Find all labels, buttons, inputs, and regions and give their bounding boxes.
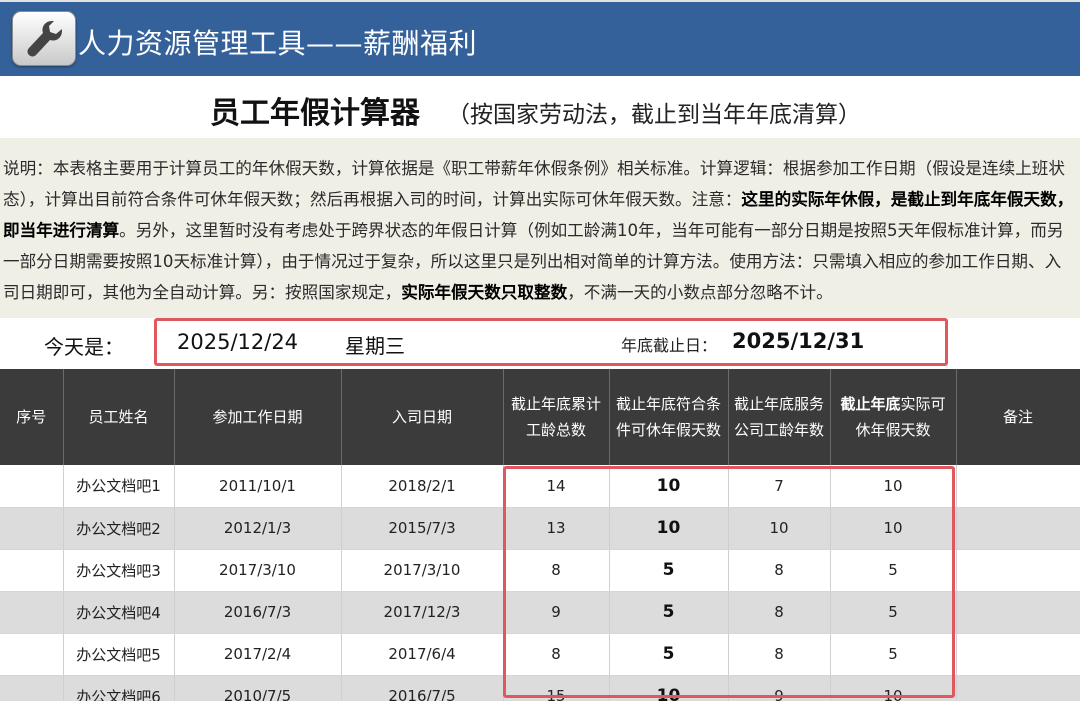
cell-work-date[interactable]: 2017/2/4 [174,633,342,676]
cell-join-date[interactable]: 2016/7/5 [341,675,504,701]
wrench-icon[interactable] [12,11,76,66]
desc-bold-2: 实际年假天数只取整数 [401,283,568,302]
cell-company-years[interactable]: 10 [728,507,831,550]
col-total-years[interactable]: 截止年底累计 工龄总数 [503,369,610,465]
cell-total-years[interactable]: 13 [503,507,610,550]
cell-seq[interactable] [0,675,64,701]
cell-name[interactable]: 办公文档吧6 [63,675,175,701]
cell-name[interactable]: 办公文档吧1 [63,465,175,508]
title-row: 员工年假计算器 （按国家劳动法，截止到当年年底清算） [0,76,1080,138]
app-header: 人力资源管理工具——薪酬福利 [0,0,1080,76]
table-row: 办公文档吧3 2017/3/10 2017/3/10 8 5 8 5 [0,549,1080,592]
cell-company-years[interactable]: 8 [728,549,831,592]
table-row: 办公文档吧6 2010/7/5 2016/7/5 15 10 9 10 [0,675,1080,701]
col-seq[interactable]: 序号 [0,369,64,465]
cell-remark[interactable] [956,675,1080,701]
cell-work-date[interactable]: 2011/10/1 [174,465,342,508]
year-end-date[interactable]: 2025/12/31 [732,329,864,353]
cell-remark[interactable] [956,507,1080,550]
cell-actual-days[interactable]: 10 [830,465,957,508]
today-weekday: 星期三 [345,334,405,358]
col-eligible-days[interactable]: 截止年底符合条 件可休年假天数 [609,369,729,465]
cell-name[interactable]: 办公文档吧2 [63,507,175,550]
cell-name[interactable]: 办公文档吧4 [63,591,175,634]
col-remark[interactable]: 备注 [956,369,1080,465]
cell-seq[interactable] [0,591,64,634]
cell-company-years[interactable]: 8 [728,633,831,676]
leave-table: 序号 员工姓名 参加工作日期 入司日期 截止年底累计 工龄总数 截止年底符合条 件可… [0,369,1080,701]
cell-eligible-days[interactable]: 5 [609,549,729,592]
cell-remark[interactable] [956,549,1080,592]
cell-total-years[interactable]: 8 [503,549,610,592]
cell-join-date[interactable]: 2017/3/10 [341,549,504,592]
cell-seq[interactable] [0,507,64,550]
cell-company-years[interactable]: 7 [728,465,831,508]
cell-company-years[interactable]: 8 [728,591,831,634]
cell-work-date[interactable]: 2010/7/5 [174,675,342,701]
cell-eligible-days[interactable]: 5 [609,591,729,634]
table-header-row: 序号 员工姓名 参加工作日期 入司日期 截止年底累计 工龄总数 截止年底符合条 件可… [0,369,1080,465]
table-row: 办公文档吧1 2011/10/1 2018/2/1 14 10 7 10 [0,465,1080,508]
description-text: 说明：本表格主要用于计算员工的年休假天数，计算依据是《职工带薪年休假条例》相关标… [0,138,1080,318]
cell-work-date[interactable]: 2016/7/3 [174,591,342,634]
today-row: 今天是： 2025/12/24 星期三 年底截止日： 2025/12/31 [0,318,1080,369]
today-date[interactable]: 2025/12/24 [177,330,298,354]
cell-name[interactable]: 办公文档吧5 [63,633,175,676]
cell-work-date[interactable]: 2017/3/10 [174,549,342,592]
cell-eligible-days[interactable]: 10 [609,465,729,508]
cell-seq[interactable] [0,633,64,676]
cell-total-years[interactable]: 8 [503,633,610,676]
cell-total-years[interactable]: 15 [503,675,610,701]
cell-eligible-days[interactable]: 5 [609,633,729,676]
table-row: 办公文档吧2 2012/1/3 2015/7/3 13 10 10 10 [0,507,1080,550]
col-work-date[interactable]: 参加工作日期 [174,369,342,465]
col-actual-days[interactable]: 截止年底实际可 休年假天数 [830,369,957,465]
page-subtitle: （按国家劳动法，截止到当年年底清算） [447,102,861,128]
cell-join-date[interactable]: 2018/2/1 [341,465,504,508]
cell-join-date[interactable]: 2017/6/4 [341,633,504,676]
page-title: 员工年假计算器 [210,96,420,131]
cell-name[interactable]: 办公文档吧3 [63,549,175,592]
year-end-label: 年底截止日： [621,336,718,355]
col-company-years[interactable]: 截止年底服务 公司工龄年数 [728,369,831,465]
cell-actual-days[interactable]: 5 [830,633,957,676]
cell-join-date[interactable]: 2015/7/3 [341,507,504,550]
table-row: 办公文档吧4 2016/7/3 2017/12/3 9 5 8 5 [0,591,1080,634]
cell-eligible-days[interactable]: 10 [609,675,729,701]
cell-seq[interactable] [0,465,64,508]
cell-eligible-days[interactable]: 10 [609,507,729,550]
cell-remark[interactable] [956,633,1080,676]
app-title: 人力资源管理工具——薪酬福利 [78,27,478,60]
cell-actual-days[interactable]: 10 [830,507,957,550]
col-join-date[interactable]: 入司日期 [341,369,504,465]
cell-total-years[interactable]: 14 [503,465,610,508]
cell-actual-days[interactable]: 5 [830,549,957,592]
cell-total-years[interactable]: 9 [503,591,610,634]
desc-part-3: ，不满一天的小数点部分忽略不计。 [567,283,833,302]
cell-join-date[interactable]: 2017/12/3 [341,591,504,634]
cell-remark[interactable] [956,465,1080,508]
cell-remark[interactable] [956,591,1080,634]
cell-actual-days[interactable]: 10 [830,675,957,701]
table-row: 办公文档吧5 2017/2/4 2017/6/4 8 5 8 5 [0,633,1080,676]
cell-seq[interactable] [0,549,64,592]
today-label: 今天是： [44,335,124,359]
cell-company-years[interactable]: 9 [728,675,831,701]
cell-work-date[interactable]: 2012/1/3 [174,507,342,550]
cell-actual-days[interactable]: 5 [830,591,957,634]
col-name[interactable]: 员工姓名 [63,369,175,465]
